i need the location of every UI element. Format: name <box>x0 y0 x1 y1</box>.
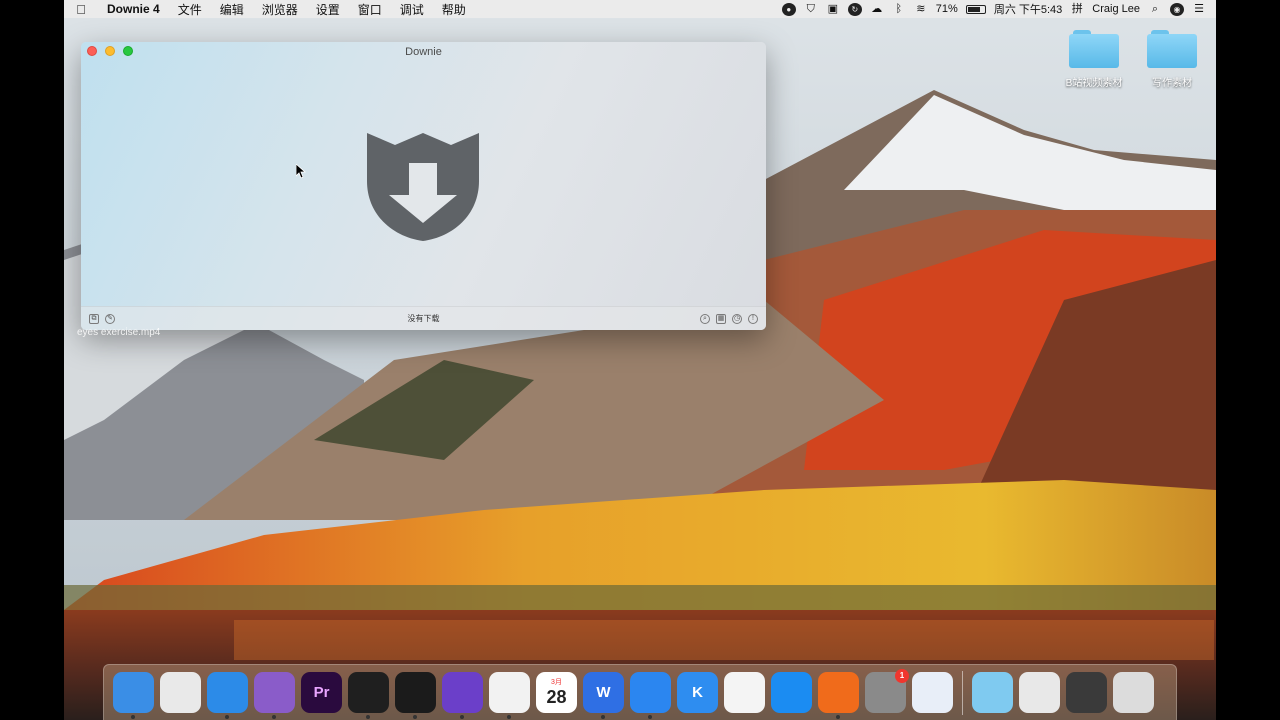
folder-label: B站视频素材 <box>1065 78 1123 89</box>
menu-debug[interactable]: 调试 <box>391 1 433 18</box>
trash-icon[interactable] <box>1113 672 1154 713</box>
menu-settings[interactable]: 设置 <box>307 1 349 18</box>
premiere-icon[interactable]: Pr <box>301 672 342 713</box>
input-method-icon[interactable]: 拼 <box>1070 3 1084 16</box>
imovie-icon[interactable] <box>442 672 483 719</box>
qq-icon[interactable] <box>489 672 530 719</box>
calendar-month: 3月 <box>551 679 562 686</box>
menu-app-name[interactable]: Downie 4 <box>98 2 169 16</box>
running-indicator <box>225 715 229 719</box>
apple-menu-icon[interactable]:  <box>64 2 98 17</box>
spotlight-search-icon[interactable]: ⌕ <box>1148 3 1162 16</box>
finder-icon[interactable] <box>113 672 154 719</box>
running-indicator <box>272 715 276 719</box>
klook-icon[interactable]: K <box>677 672 718 713</box>
calendar-day: 28 <box>546 687 567 707</box>
window-footer: ⧉ ✎ 没有下载 ⌕ ▦ ◷ ! <box>81 306 766 330</box>
wps-icon[interactable]: W <box>583 672 624 719</box>
system-preferences-icon[interactable]: 1 <box>865 669 909 713</box>
download-status: 没有下载 <box>407 314 440 323</box>
notification-badge: 1 <box>895 669 909 683</box>
downloads-stack-icon[interactable] <box>972 672 1013 713</box>
search-icon[interactable]: ⌕ <box>700 313 710 324</box>
running-indicator <box>836 715 840 719</box>
notification-center-icon[interactable]: ☰ <box>1192 3 1206 16</box>
sync-status-icon[interactable]: ↻ <box>847 2 862 16</box>
video-camera-icon[interactable] <box>348 672 389 719</box>
chrome-icon[interactable] <box>160 672 201 713</box>
info-icon[interactable]: ! <box>748 313 758 324</box>
window-titlebar[interactable]: Downie <box>81 42 766 64</box>
safari-icon[interactable] <box>207 672 248 719</box>
edit-icon[interactable]: ✎ <box>105 313 115 324</box>
clock-icon[interactable]: ◷ <box>732 313 742 324</box>
menu-help[interactable]: 帮助 <box>433 1 475 18</box>
letterbox-right <box>1216 0 1280 720</box>
downie-logo-icon <box>367 133 479 241</box>
running-indicator <box>648 715 652 719</box>
running-indicator <box>460 715 464 719</box>
calendar-icon[interactable]: 3月 28 <box>536 672 577 713</box>
running-indicator <box>507 715 511 719</box>
letterbox-left <box>0 0 64 720</box>
desktop-folder[interactable]: B站视频素材 <box>1054 30 1134 89</box>
desktop-folder[interactable]: 写作素材 <box>1132 30 1212 89</box>
dock: Pr 3月 28 W K 1 <box>103 664 1177 720</box>
airmail-icon[interactable] <box>912 672 953 713</box>
folder-icon <box>1069 30 1119 68</box>
baidu-netdisk-icon[interactable] <box>724 672 765 713</box>
copy-icon[interactable]: ⧉ <box>89 313 99 324</box>
quicktime-icon[interactable] <box>395 672 436 719</box>
feishu-icon[interactable] <box>630 672 671 719</box>
documents-stack-icon[interactable] <box>1019 672 1060 713</box>
footer-right-tools: ⌕ ▦ ◷ ! <box>646 313 766 324</box>
folder-label: 写作素材 <box>1152 78 1192 89</box>
dock-app-glyph: Pr <box>313 684 330 701</box>
wifi-icon[interactable]: ≋ <box>914 3 928 16</box>
battery-icon[interactable] <box>965 4 986 14</box>
cloud-status-icon[interactable]: ☁ <box>870 3 884 16</box>
menu-file[interactable]: 文件 <box>169 1 211 18</box>
running-indicator <box>366 715 370 719</box>
wps-status-icon[interactable]: ▣ <box>826 3 840 16</box>
footer-left-tools: ⧉ ✎ <box>81 313 201 324</box>
menu-window[interactable]: 窗口 <box>349 1 391 18</box>
running-indicator <box>413 715 417 719</box>
menu-bar:  Downie 4 文件 编辑 浏览器 设置 窗口 调试 帮助 ● ⛉ ▣ ↻… <box>64 0 1216 18</box>
app-store-icon[interactable] <box>771 672 812 713</box>
postprocessing-icon[interactable]: ▦ <box>716 313 726 324</box>
screenshots-stack-icon[interactable] <box>1066 672 1107 713</box>
dock-separator <box>962 670 963 715</box>
downie-window[interactable]: Downie ⧉ ✎ 没有下载 ⌕ ▦ ◷ ! <box>81 42 766 330</box>
clock[interactable]: 周六 下午5:43 <box>994 1 1062 17</box>
folder-icon <box>1147 30 1197 68</box>
dock-app-glyph: K <box>692 684 703 701</box>
infuse-icon[interactable] <box>818 672 859 719</box>
running-indicator <box>131 715 135 719</box>
dock-app-glyph: W <box>596 684 611 701</box>
window-title: Downie <box>405 46 442 58</box>
siri-icon[interactable]: ◉ <box>1170 2 1184 16</box>
running-indicator <box>601 715 605 719</box>
menu-browser[interactable]: 浏览器 <box>253 1 307 18</box>
dragged-file-label: eyes exercise.mp4 <box>77 327 161 338</box>
user-name[interactable]: Craig Lee <box>1092 3 1140 15</box>
record-status-icon[interactable]: ● <box>781 2 796 16</box>
mouse-cursor-icon <box>295 163 307 183</box>
status-area: ● ⛉ ▣ ↻ ☁ ᛒ ≋ 71% 周六 下午5:43 拼 Craig Lee … <box>781 1 1216 17</box>
downie-status-icon[interactable]: ⛉ <box>804 3 818 16</box>
menu-edit[interactable]: 编辑 <box>211 1 253 18</box>
battery-percent: 71% <box>935 3 958 15</box>
bluetooth-icon[interactable]: ᛒ <box>892 3 906 16</box>
downie-icon[interactable] <box>254 672 295 719</box>
